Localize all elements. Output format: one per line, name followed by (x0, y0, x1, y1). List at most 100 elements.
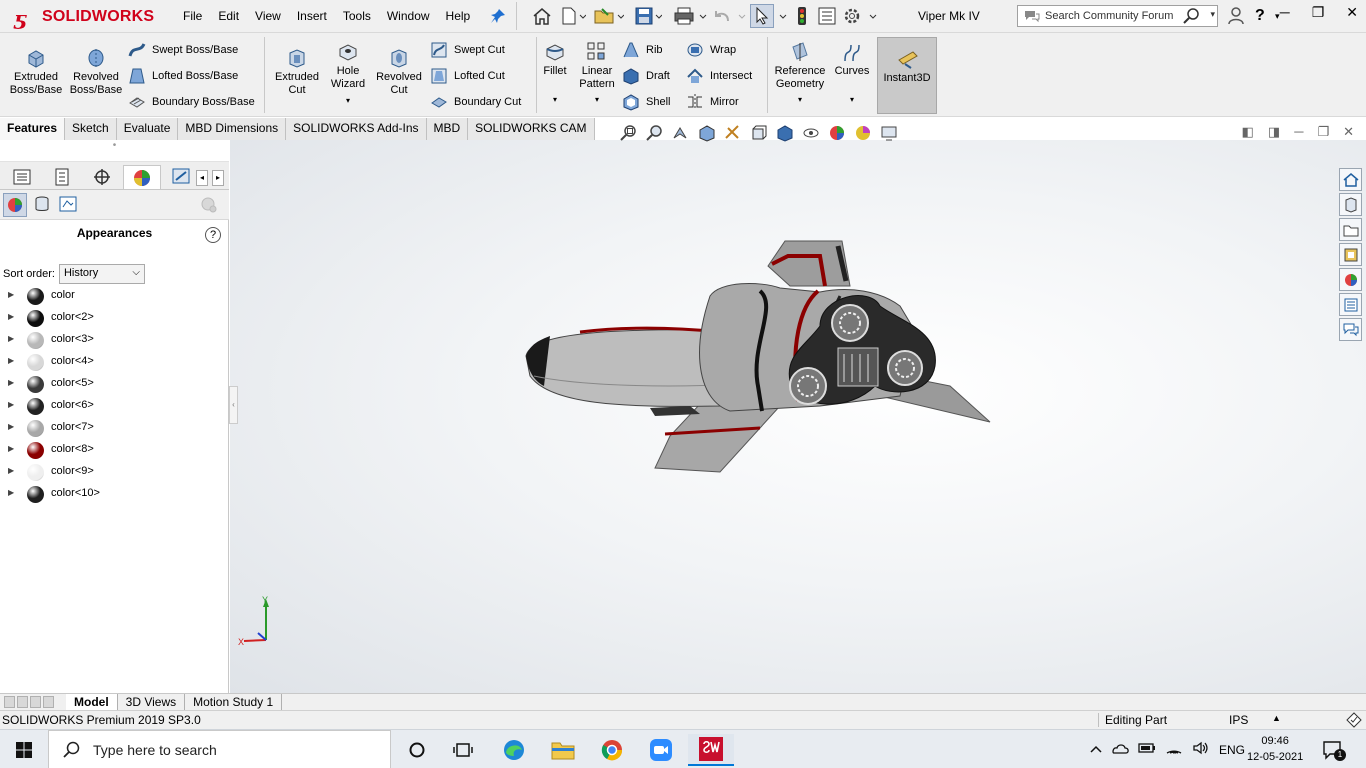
file-explorer-tab[interactable] (1339, 218, 1362, 241)
viewport-restore-icon[interactable]: ❐ (1317, 124, 1329, 140)
design-library-tab[interactable] (1339, 193, 1362, 216)
minimize-icon[interactable]: ─ (1280, 4, 1290, 21)
prev-tab-icon[interactable] (17, 696, 28, 708)
viewport-close-icon[interactable]: ✕ (1343, 124, 1354, 140)
viewport-minimize-icon[interactable]: ─ (1294, 124, 1303, 140)
tab-mbd-dimensions[interactable]: MBD Dimensions (178, 118, 287, 140)
home-icon[interactable] (532, 7, 552, 25)
menu-insert[interactable]: Insert (289, 9, 335, 23)
open-folder-icon[interactable] (594, 7, 624, 25)
view-palette-tab[interactable] (1339, 243, 1362, 266)
chrome-button[interactable] (589, 734, 635, 766)
solidworks-taskbar-button[interactable] (688, 734, 734, 766)
onedrive-icon[interactable] (1111, 742, 1129, 757)
save-icon[interactable] (634, 7, 662, 25)
pattern-dropdown-icon[interactable]: ▾ (576, 93, 618, 106)
select-icon[interactable] (750, 4, 774, 28)
menu-help[interactable]: Help (438, 9, 479, 23)
feature-manager-tab[interactable] (3, 165, 41, 189)
print-icon[interactable] (673, 7, 707, 25)
menu-tools[interactable]: Tools (335, 9, 379, 23)
list-item[interactable]: ▶ color<6> (0, 395, 229, 417)
expand-arrow-icon[interactable]: ▶ (8, 444, 14, 453)
revolved-cut-button[interactable]: Revolved Cut (374, 47, 424, 97)
battery-icon[interactable] (1138, 742, 1156, 757)
tab-3d-views[interactable]: 3D Views (118, 694, 186, 710)
select-dropdown-icon[interactable] (778, 7, 788, 25)
input-language[interactable]: ENG (1219, 743, 1245, 757)
edge-browser-button[interactable] (491, 734, 537, 766)
fillet-button[interactable]: Fillet ▾ (540, 41, 570, 106)
panel-collapse-handle[interactable]: ‹ (229, 386, 238, 424)
zoom-button[interactable] (638, 734, 684, 766)
list-item[interactable]: ▶ color<10> (0, 483, 229, 505)
extruded-cut-button[interactable]: Extruded Cut (270, 47, 324, 97)
viewport-tile-left-icon[interactable]: ◧ (1242, 124, 1254, 140)
list-item[interactable]: ▶ color<5> (0, 373, 229, 395)
restore-icon[interactable]: ❐ (1312, 4, 1325, 21)
configuration-manager-tab[interactable] (83, 165, 121, 189)
wrap-button[interactable]: Wrap (686, 40, 736, 60)
unit-system[interactable]: IPS (1229, 713, 1248, 727)
file-explorer-button[interactable] (540, 734, 586, 766)
list-item[interactable]: ▶ color (0, 285, 229, 307)
tab-features[interactable]: Features (0, 118, 66, 140)
volume-icon[interactable] (1192, 741, 1210, 758)
menu-window[interactable]: Window (379, 9, 438, 23)
search-community-input[interactable]: Search Community Forum ▾ (1017, 5, 1218, 27)
menu-edit[interactable]: Edit (210, 9, 247, 23)
new-document-icon[interactable] (560, 7, 586, 25)
linear-pattern-button[interactable]: Linear Pattern ▾ (576, 41, 618, 106)
view-decals-button[interactable] (33, 195, 51, 216)
lofted-boss-button[interactable]: Lofted Boss/Base (128, 66, 238, 86)
hole-wizard-dropdown-icon[interactable]: ▾ (324, 94, 372, 107)
view-appearances-button[interactable] (3, 193, 27, 217)
previous-view-icon[interactable] (672, 124, 690, 142)
list-item[interactable]: ▶ color<4> (0, 351, 229, 373)
tab-solidworks-addins[interactable]: SOLIDWORKS Add-Ins (286, 118, 427, 140)
task-view-button[interactable] (440, 734, 486, 766)
solidworks-logo[interactable]: ƽ SOLIDWORKS (14, 5, 154, 30)
show-materials-icon[interactable] (200, 196, 218, 217)
list-item[interactable]: ▶ color<9> (0, 461, 229, 483)
hide-show-items-icon[interactable] (802, 124, 820, 142)
panel-grip[interactable]: • (0, 140, 229, 162)
expand-arrow-icon[interactable]: ▶ (8, 290, 14, 299)
last-tab-icon[interactable] (43, 696, 54, 708)
section-view-icon[interactable] (698, 124, 716, 142)
apply-scene-icon[interactable] (854, 124, 872, 142)
show-hidden-icons[interactable] (1090, 743, 1102, 757)
list-item[interactable]: ▶ color<8> (0, 439, 229, 461)
pin-icon[interactable] (490, 7, 506, 25)
boundary-cut-button[interactable]: Boundary Cut (430, 92, 521, 112)
expand-arrow-icon[interactable]: ▶ (8, 334, 14, 343)
hole-wizard-button[interactable]: Hole Wizard ▾ (324, 41, 372, 107)
rib-button[interactable]: Rib (622, 40, 663, 60)
display-manager-tab[interactable] (123, 165, 161, 189)
expand-arrow-icon[interactable]: ▶ (8, 378, 14, 387)
dynamic-annotation-icon[interactable] (724, 124, 742, 142)
rebuild-icon[interactable] (795, 7, 809, 25)
start-button[interactable] (0, 730, 48, 768)
menu-file[interactable]: File (175, 9, 210, 23)
next-tab-icon[interactable] (30, 696, 41, 708)
clock[interactable]: 09:46 12-05-2021 (1247, 733, 1303, 765)
fillet-dropdown-icon[interactable]: ▾ (540, 93, 570, 106)
wifi-icon[interactable] (1165, 741, 1183, 758)
sort-order-select[interactable]: History ⌵ (58, 264, 145, 284)
user-icon[interactable] (1228, 7, 1244, 25)
expand-arrow-icon[interactable]: ▶ (8, 466, 14, 475)
tab-sketch[interactable]: Sketch (65, 118, 117, 140)
help-icon[interactable]: ? (1255, 7, 1265, 25)
action-center-button[interactable]: 1 (1322, 739, 1346, 764)
tab-model[interactable]: Model (66, 694, 118, 710)
options-gear-icon[interactable] (843, 7, 877, 25)
mirror-button[interactable]: Mirror (686, 92, 739, 112)
expand-arrow-icon[interactable]: ▶ (8, 400, 14, 409)
property-manager-tab[interactable] (43, 165, 81, 189)
view-settings-icon[interactable] (880, 124, 898, 142)
tab-solidworks-cam[interactable]: SOLIDWORKS CAM (468, 118, 595, 140)
expand-arrow-icon[interactable]: ▶ (8, 422, 14, 431)
viewport-tile-right-icon[interactable]: ◨ (1268, 124, 1280, 140)
cortana-button[interactable] (394, 734, 440, 766)
